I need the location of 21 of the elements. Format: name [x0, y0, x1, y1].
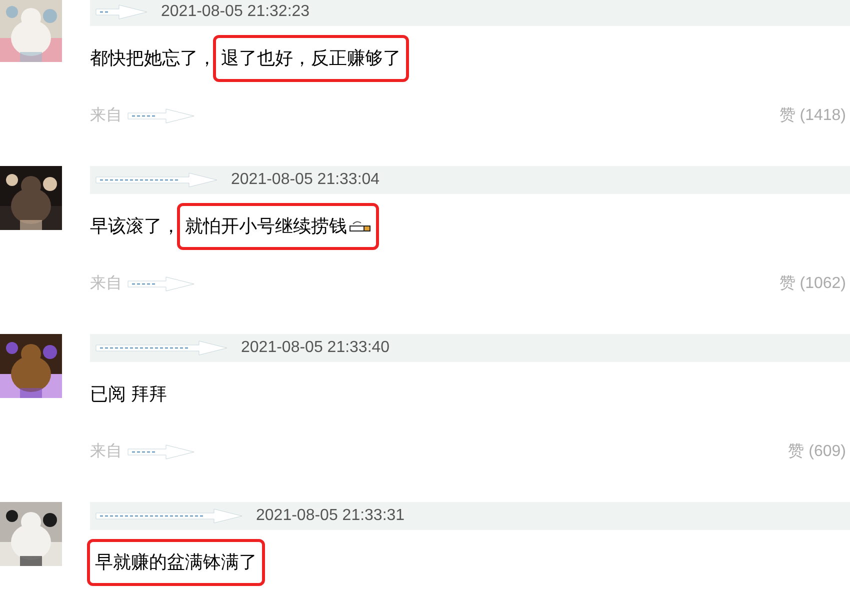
source-label: 来自 [90, 106, 122, 126]
like-count[interactable]: 赞 (609) [788, 440, 846, 464]
comment-time: 2021-08-05 21:33:40 [241, 338, 390, 358]
comment-time: 2021-08-05 21:33:31 [256, 506, 405, 526]
source-label: 来自 [90, 274, 122, 294]
comment-time: 2021-08-05 21:33:04 [231, 170, 380, 190]
highlight-frame: 早就赚的盆满钵满了 [87, 538, 265, 586]
source-label: 来自 [90, 442, 122, 462]
redacted-source [126, 275, 196, 293]
cigarette-icon [349, 219, 371, 233]
comment-text: 早该滚了， [90, 214, 180, 238]
redacted-username [94, 3, 149, 21]
highlight-frame: 就怕开小号继续捞钱 [177, 202, 379, 250]
comment-time: 2021-08-05 21:32:23 [161, 2, 310, 22]
highlight-frame: 退了也好，反正赚够了 [213, 34, 409, 82]
comment-text: 已阅 拜拜 [90, 382, 168, 406]
like-count[interactable]: 赞 (1062) [779, 272, 846, 296]
comment-text: 都快把她忘了， [90, 46, 216, 70]
redacted-source [126, 443, 196, 461]
like-count[interactable]: 赞 (1418) [779, 104, 846, 128]
redacted-source [126, 107, 196, 125]
